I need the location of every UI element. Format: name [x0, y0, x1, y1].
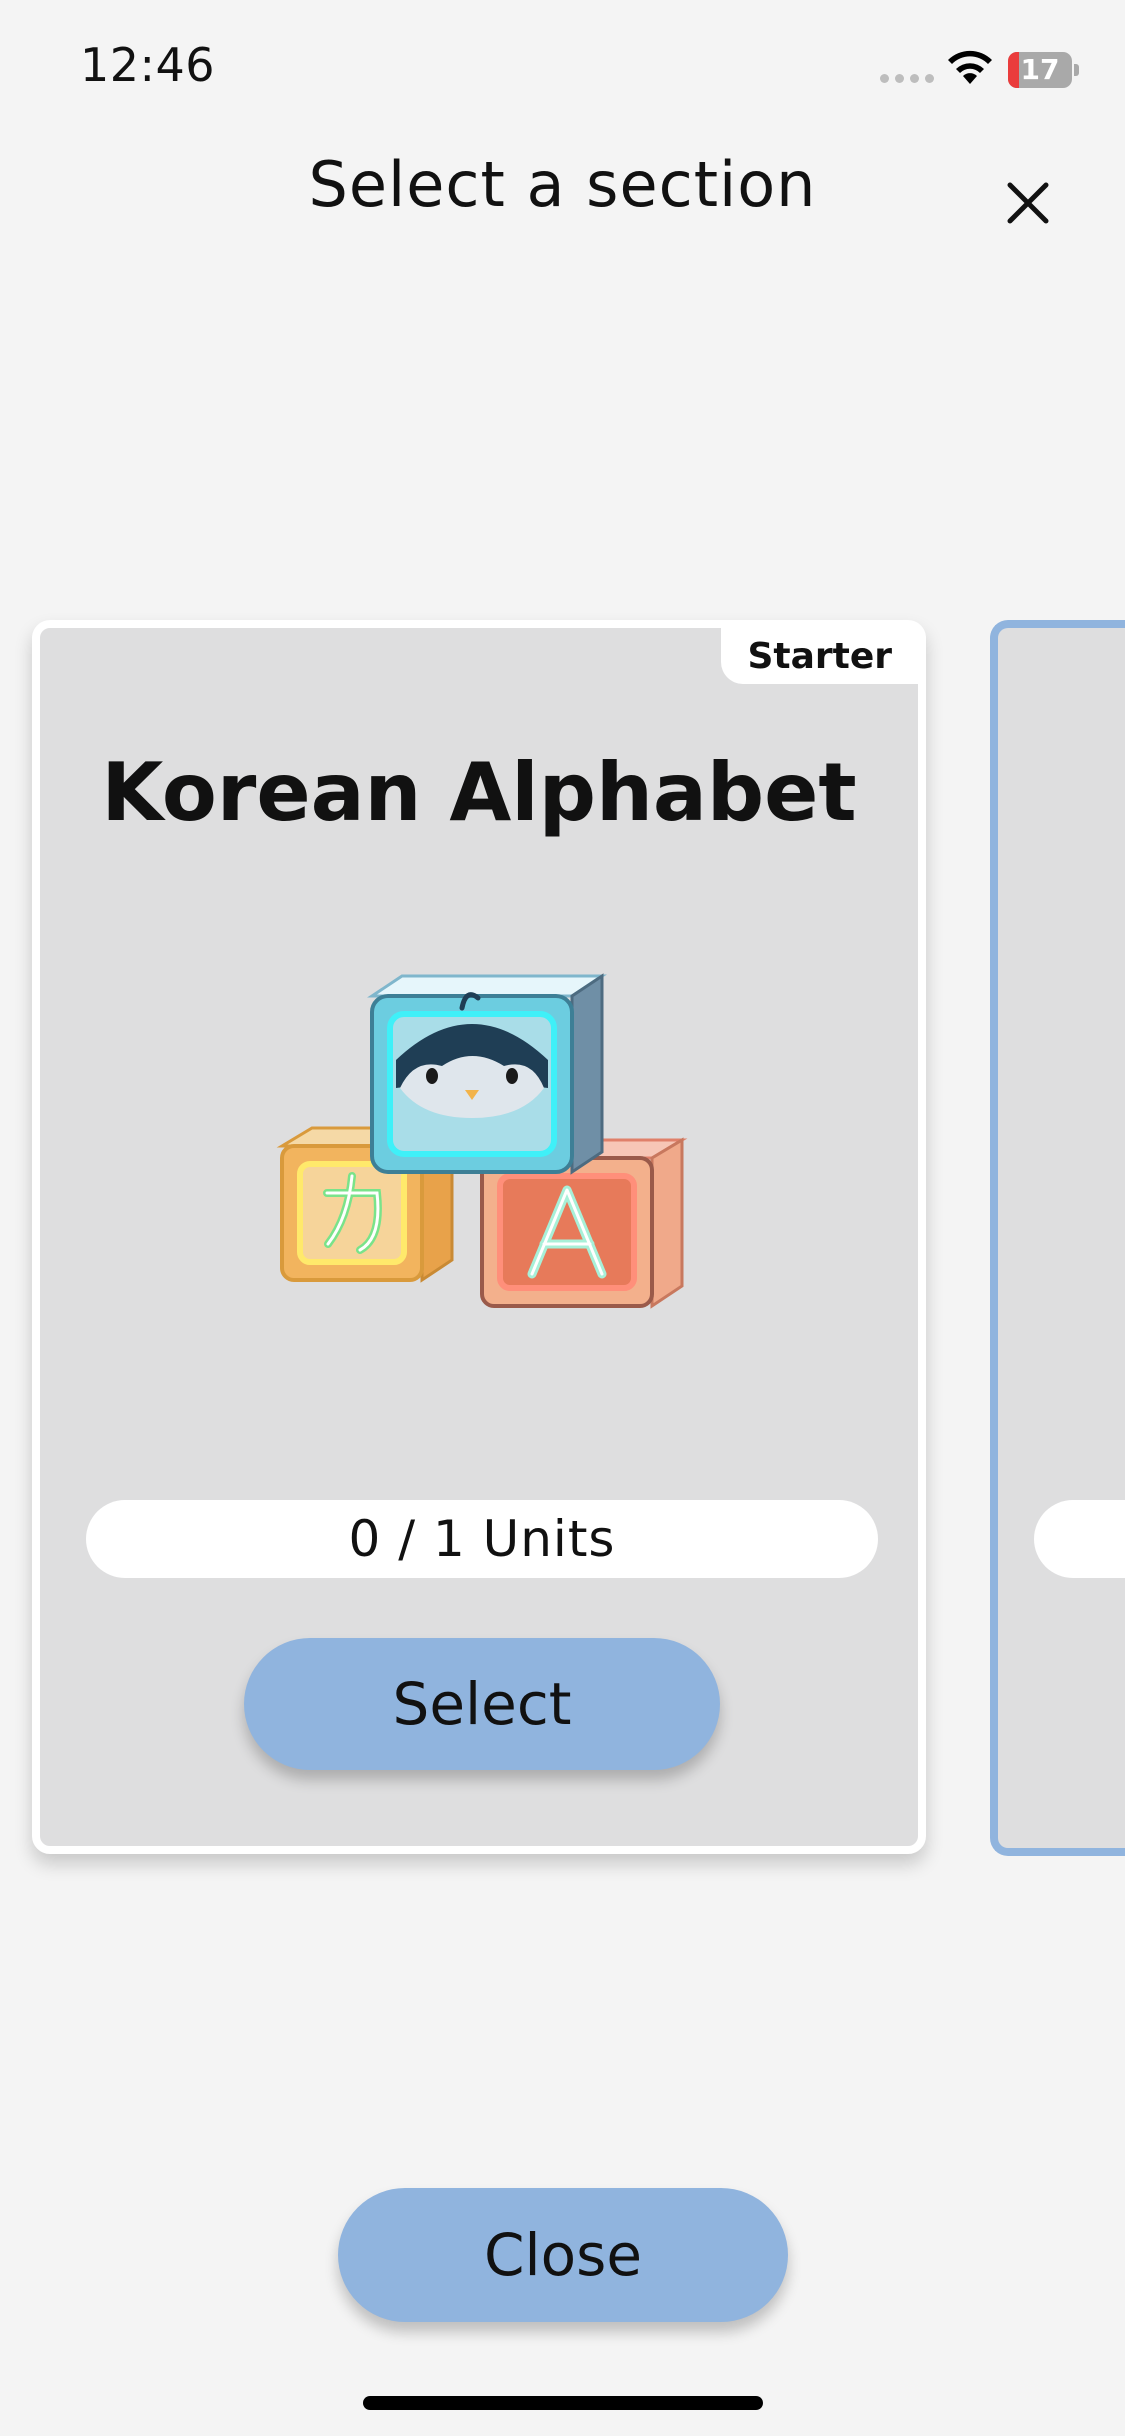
close-button[interactable]: Close	[338, 2188, 788, 2322]
status-time: 12:46	[80, 38, 216, 92]
section-progress-next	[1034, 1500, 1125, 1578]
section-progress: 0 / 1 Units	[86, 1500, 878, 1578]
section-badge: Starter	[721, 628, 918, 684]
section-title: Korean Alphabet	[101, 746, 857, 839]
section-card-next[interactable]	[990, 620, 1125, 1856]
page-title: Select a section	[308, 148, 817, 221]
home-indicator[interactable]	[363, 2396, 763, 2410]
select-button[interactable]: Select	[244, 1638, 720, 1770]
battery-level: 17	[1020, 53, 1060, 86]
cellular-signal-icon	[880, 74, 934, 83]
status-bar: 12:46 17	[0, 0, 1125, 140]
battery-icon: 17	[1008, 52, 1079, 88]
close-icon[interactable]	[1000, 175, 1056, 231]
section-card-korean-alphabet[interactable]: Starter Korean Alphabet 0 / 1 Units Sele…	[32, 620, 926, 1854]
penguin-blocks-illustration	[276, 973, 688, 1309]
wifi-icon	[948, 50, 992, 84]
